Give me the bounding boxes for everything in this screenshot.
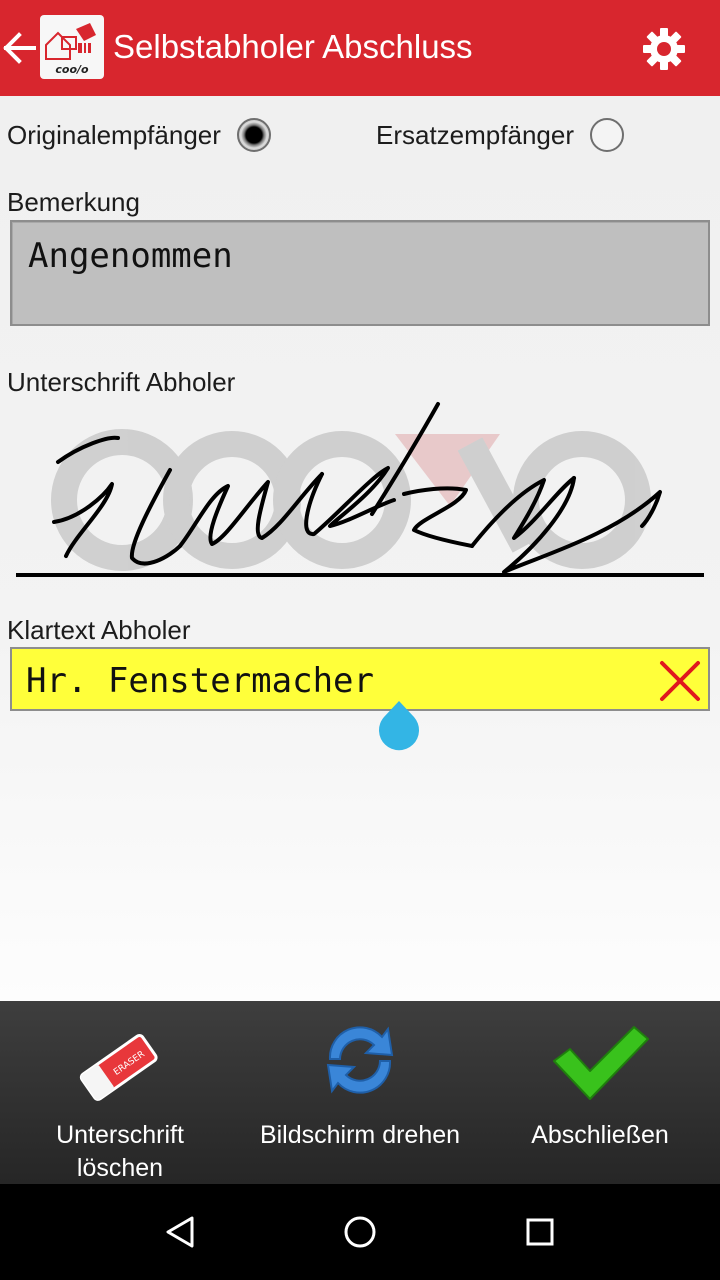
red-x-icon[interactable] [656,657,704,705]
clear-signature-label: Unterschrift löschen [56,1121,184,1182]
remark-field[interactable]: Angenommen [10,220,710,326]
rotate-screen-button[interactable]: Bildschirm drehen [240,1001,480,1184]
page-title: Selbstabholer Abschluss [113,28,473,65]
bottom-action-bar: ERASER Unterschrift löschen Bildschirm dr… [0,1001,720,1184]
remark-value: Angenommen [28,236,233,276]
remark-label: Bemerkung [7,187,140,217]
gear-icon[interactable] [640,25,688,73]
finish-button[interactable]: Abschließen [480,1001,720,1184]
home-circle-icon[interactable] [336,1208,384,1256]
signature-label: Unterschrift Abholer [7,367,236,397]
arrow-left-icon[interactable] [0,26,40,70]
clear-name-field[interactable]: Hr. Fenstermacher [10,647,710,711]
text-cursor-handle-icon[interactable] [378,699,420,751]
checkmark-icon [553,1026,649,1100]
app-bar: coo/o Selbstabholer Abschluss [0,0,720,96]
radio-original-label: Originalempfänger [7,119,221,150]
signature-pad[interactable] [0,396,720,586]
recents-square-icon[interactable] [516,1208,564,1256]
app-logo: coo/o [40,15,104,79]
svg-text:coo/o: coo/o [55,63,89,76]
radio-replacement[interactable]: Ersatzempfänger [376,114,624,156]
eraser-icon: ERASER [79,1034,158,1101]
finish-label: Abschließen [531,1121,669,1149]
content-area: Originalempfänger Ersatzempfänger Bemerk… [0,96,720,1001]
clear-signature-button[interactable]: ERASER Unterschrift löschen [0,1001,240,1184]
rotate-icon [326,1026,394,1094]
radio-original-button[interactable] [236,118,271,152]
clear-name-value: Hr. Fenstermacher [26,661,374,701]
rotate-screen-label: Bildschirm drehen [259,1121,461,1149]
radio-replacement-label: Ersatzempfänger [376,119,574,150]
back-triangle-icon[interactable] [156,1208,204,1256]
system-nav-bar [0,1184,720,1280]
watermark-logo [51,429,651,571]
clear-name-label: Klartext Abholer [7,615,191,645]
radio-original[interactable]: Originalempfänger [7,114,271,156]
radio-replacement-button[interactable] [589,118,624,152]
